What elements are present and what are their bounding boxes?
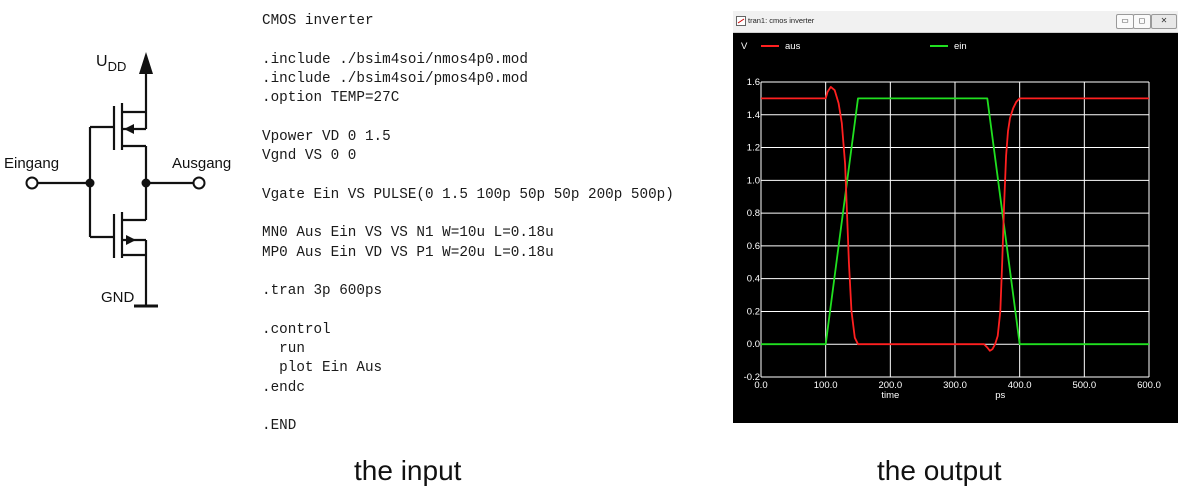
netlist-line: MN0 Aus Ein VS VS N1 W=10u L=0.18u	[262, 225, 554, 242]
netlist-line: Vgate Ein VS PULSE(0 1.5 100p 50p 50p 20…	[262, 186, 674, 203]
y-axis-label: V	[741, 41, 748, 52]
x-tick-label: 300.0	[943, 380, 967, 391]
gate-junction-dot	[85, 178, 95, 188]
netlist-line: .include ./bsim4soi/nmos4p0.mod	[262, 51, 528, 68]
output-label: Ausgang	[172, 155, 231, 172]
legend-label-aus: aus	[785, 41, 801, 52]
y-tick-label: -0.2	[744, 372, 760, 383]
app-icon	[736, 16, 746, 26]
y-tick-label: 0.6	[747, 241, 760, 252]
x-tick-label: 600.0	[1137, 380, 1161, 391]
caption-output: the output	[877, 455, 1002, 486]
output-terminal	[192, 176, 206, 190]
cmos-inverter-schematic: UDD Eingang Ausgang GND	[4, 52, 231, 308]
y-tick-label: 1.2	[747, 143, 760, 154]
x-tick-label: 400.0	[1008, 380, 1032, 391]
pmos-arrow-icon	[124, 124, 134, 134]
x-tick-label: 100.0	[814, 380, 838, 391]
netlist-line: Vgnd VS 0 0	[262, 148, 357, 165]
maximize-button[interactable]: ◻	[1133, 14, 1151, 29]
netlist-line: .END	[262, 418, 297, 435]
window-title: tran1: cmos inverter	[748, 16, 815, 25]
netlist-line: .endc	[262, 379, 305, 396]
netlist-line: plot Ein Aus	[262, 360, 383, 377]
y-tick-label: 1.0	[747, 175, 760, 186]
inverter-wires	[38, 72, 193, 308]
netlist-line: .include ./bsim4soi/pmos4p0.mod	[262, 70, 528, 87]
caption-input: the input	[354, 455, 462, 486]
output-junction-dot	[141, 178, 151, 188]
nmos-arrow-icon	[126, 235, 136, 245]
supply-arrow-icon	[139, 52, 153, 74]
netlist-line: .tran 3p 600ps	[262, 283, 383, 300]
spice-netlist: CMOS inverter .include ./bsim4soi/nmos4p…	[262, 12, 732, 442]
netlist-line: .option TEMP=27C	[262, 90, 400, 107]
minimize-button[interactable]: ▭	[1116, 14, 1134, 29]
y-tick-label: 0.2	[747, 306, 760, 317]
x-tick-label: 500.0	[1072, 380, 1096, 391]
y-tick-label: 0.0	[747, 339, 760, 350]
plot-window: tran1: cmos inverter ▭ ◻ ✕ 0.0 100.0 200.0…	[733, 11, 1178, 423]
supply-label: UDD	[96, 53, 126, 74]
legend-label-ein: ein	[954, 41, 967, 52]
netlist-line: CMOS inverter	[262, 13, 374, 29]
y-tick-label: 1.6	[747, 77, 760, 88]
x-axis-label-unit: ps	[995, 390, 1005, 401]
netlist-line: MP0 Aus Ein VD VS P1 W=20u L=0.18u	[262, 244, 554, 261]
y-tick-label: 0.8	[747, 208, 760, 219]
input-label: Eingang	[4, 155, 59, 172]
window-titlebar[interactable]: tran1: cmos inverter ▭ ◻ ✕	[733, 11, 1178, 33]
close-button[interactable]: ✕	[1151, 14, 1177, 29]
y-tick-label: 0.4	[747, 274, 760, 285]
netlist-line: .control	[262, 321, 331, 338]
netlist-line: run	[262, 341, 305, 358]
ground-label: GND	[101, 289, 135, 306]
x-axis-label-time: time	[881, 390, 899, 401]
waveform-plot: 0.0 100.0 200.0 300.0 400.0 500.0 600.0-0.20.0…	[741, 41, 1161, 401]
y-tick-label: 1.4	[747, 110, 760, 121]
input-terminal	[25, 176, 39, 190]
netlist-line: Vpower VD 0 1.5	[262, 128, 391, 145]
